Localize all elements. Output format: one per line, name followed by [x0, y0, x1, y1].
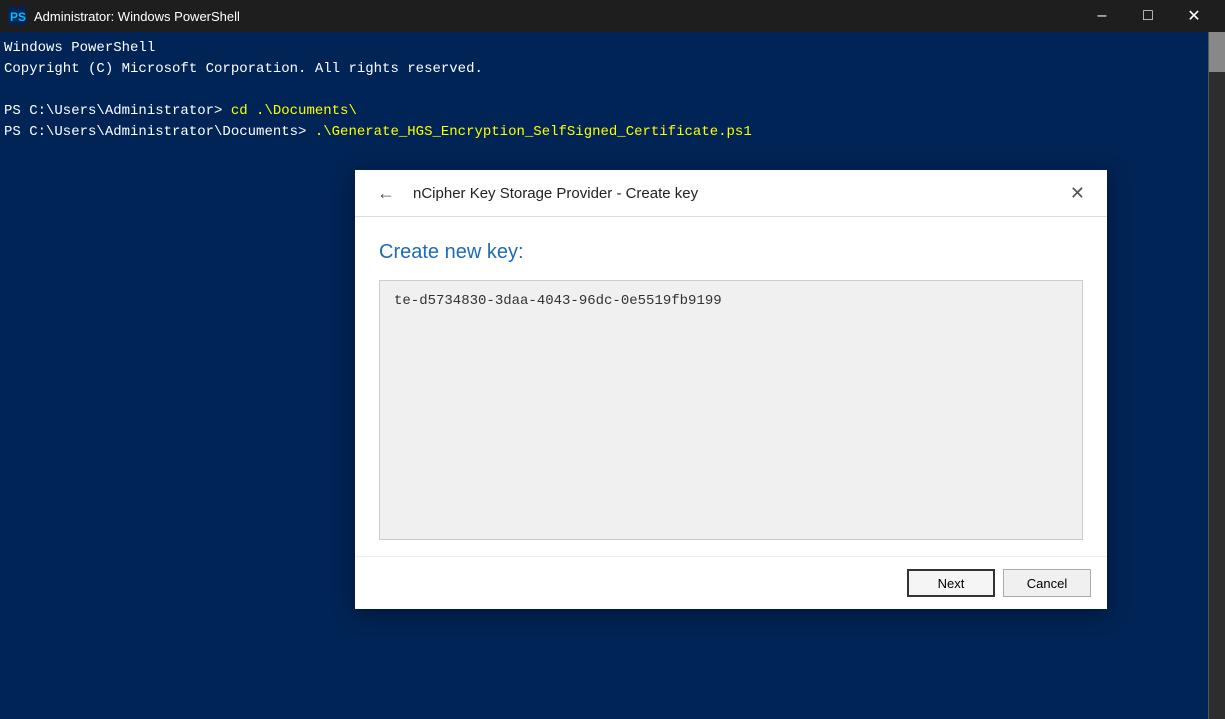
back-button[interactable]: ← [371, 182, 401, 204]
modal-close-button[interactable]: ✕ [1064, 182, 1091, 204]
modal-title: nCipher Key Storage Provider - Create ke… [413, 185, 1064, 202]
key-name-input[interactable]: te-d5734830-3daa-4043-96dc-0e5519fb9199 [379, 280, 1083, 540]
create-key-dialog: ← nCipher Key Storage Provider - Create … [355, 170, 1107, 609]
modal-header: ← nCipher Key Storage Provider - Create … [355, 170, 1107, 217]
modal-footer: Next Cancel [355, 556, 1107, 609]
powershell-window: PS Administrator: Windows PowerShell – □… [0, 0, 1225, 719]
create-key-heading: Create new key: [379, 241, 1083, 264]
modal-overlay: ← nCipher Key Storage Provider - Create … [0, 0, 1225, 719]
next-button[interactable]: Next [907, 569, 995, 597]
modal-body: Create new key: te-d5734830-3daa-4043-96… [355, 217, 1107, 556]
cancel-button[interactable]: Cancel [1003, 569, 1091, 597]
